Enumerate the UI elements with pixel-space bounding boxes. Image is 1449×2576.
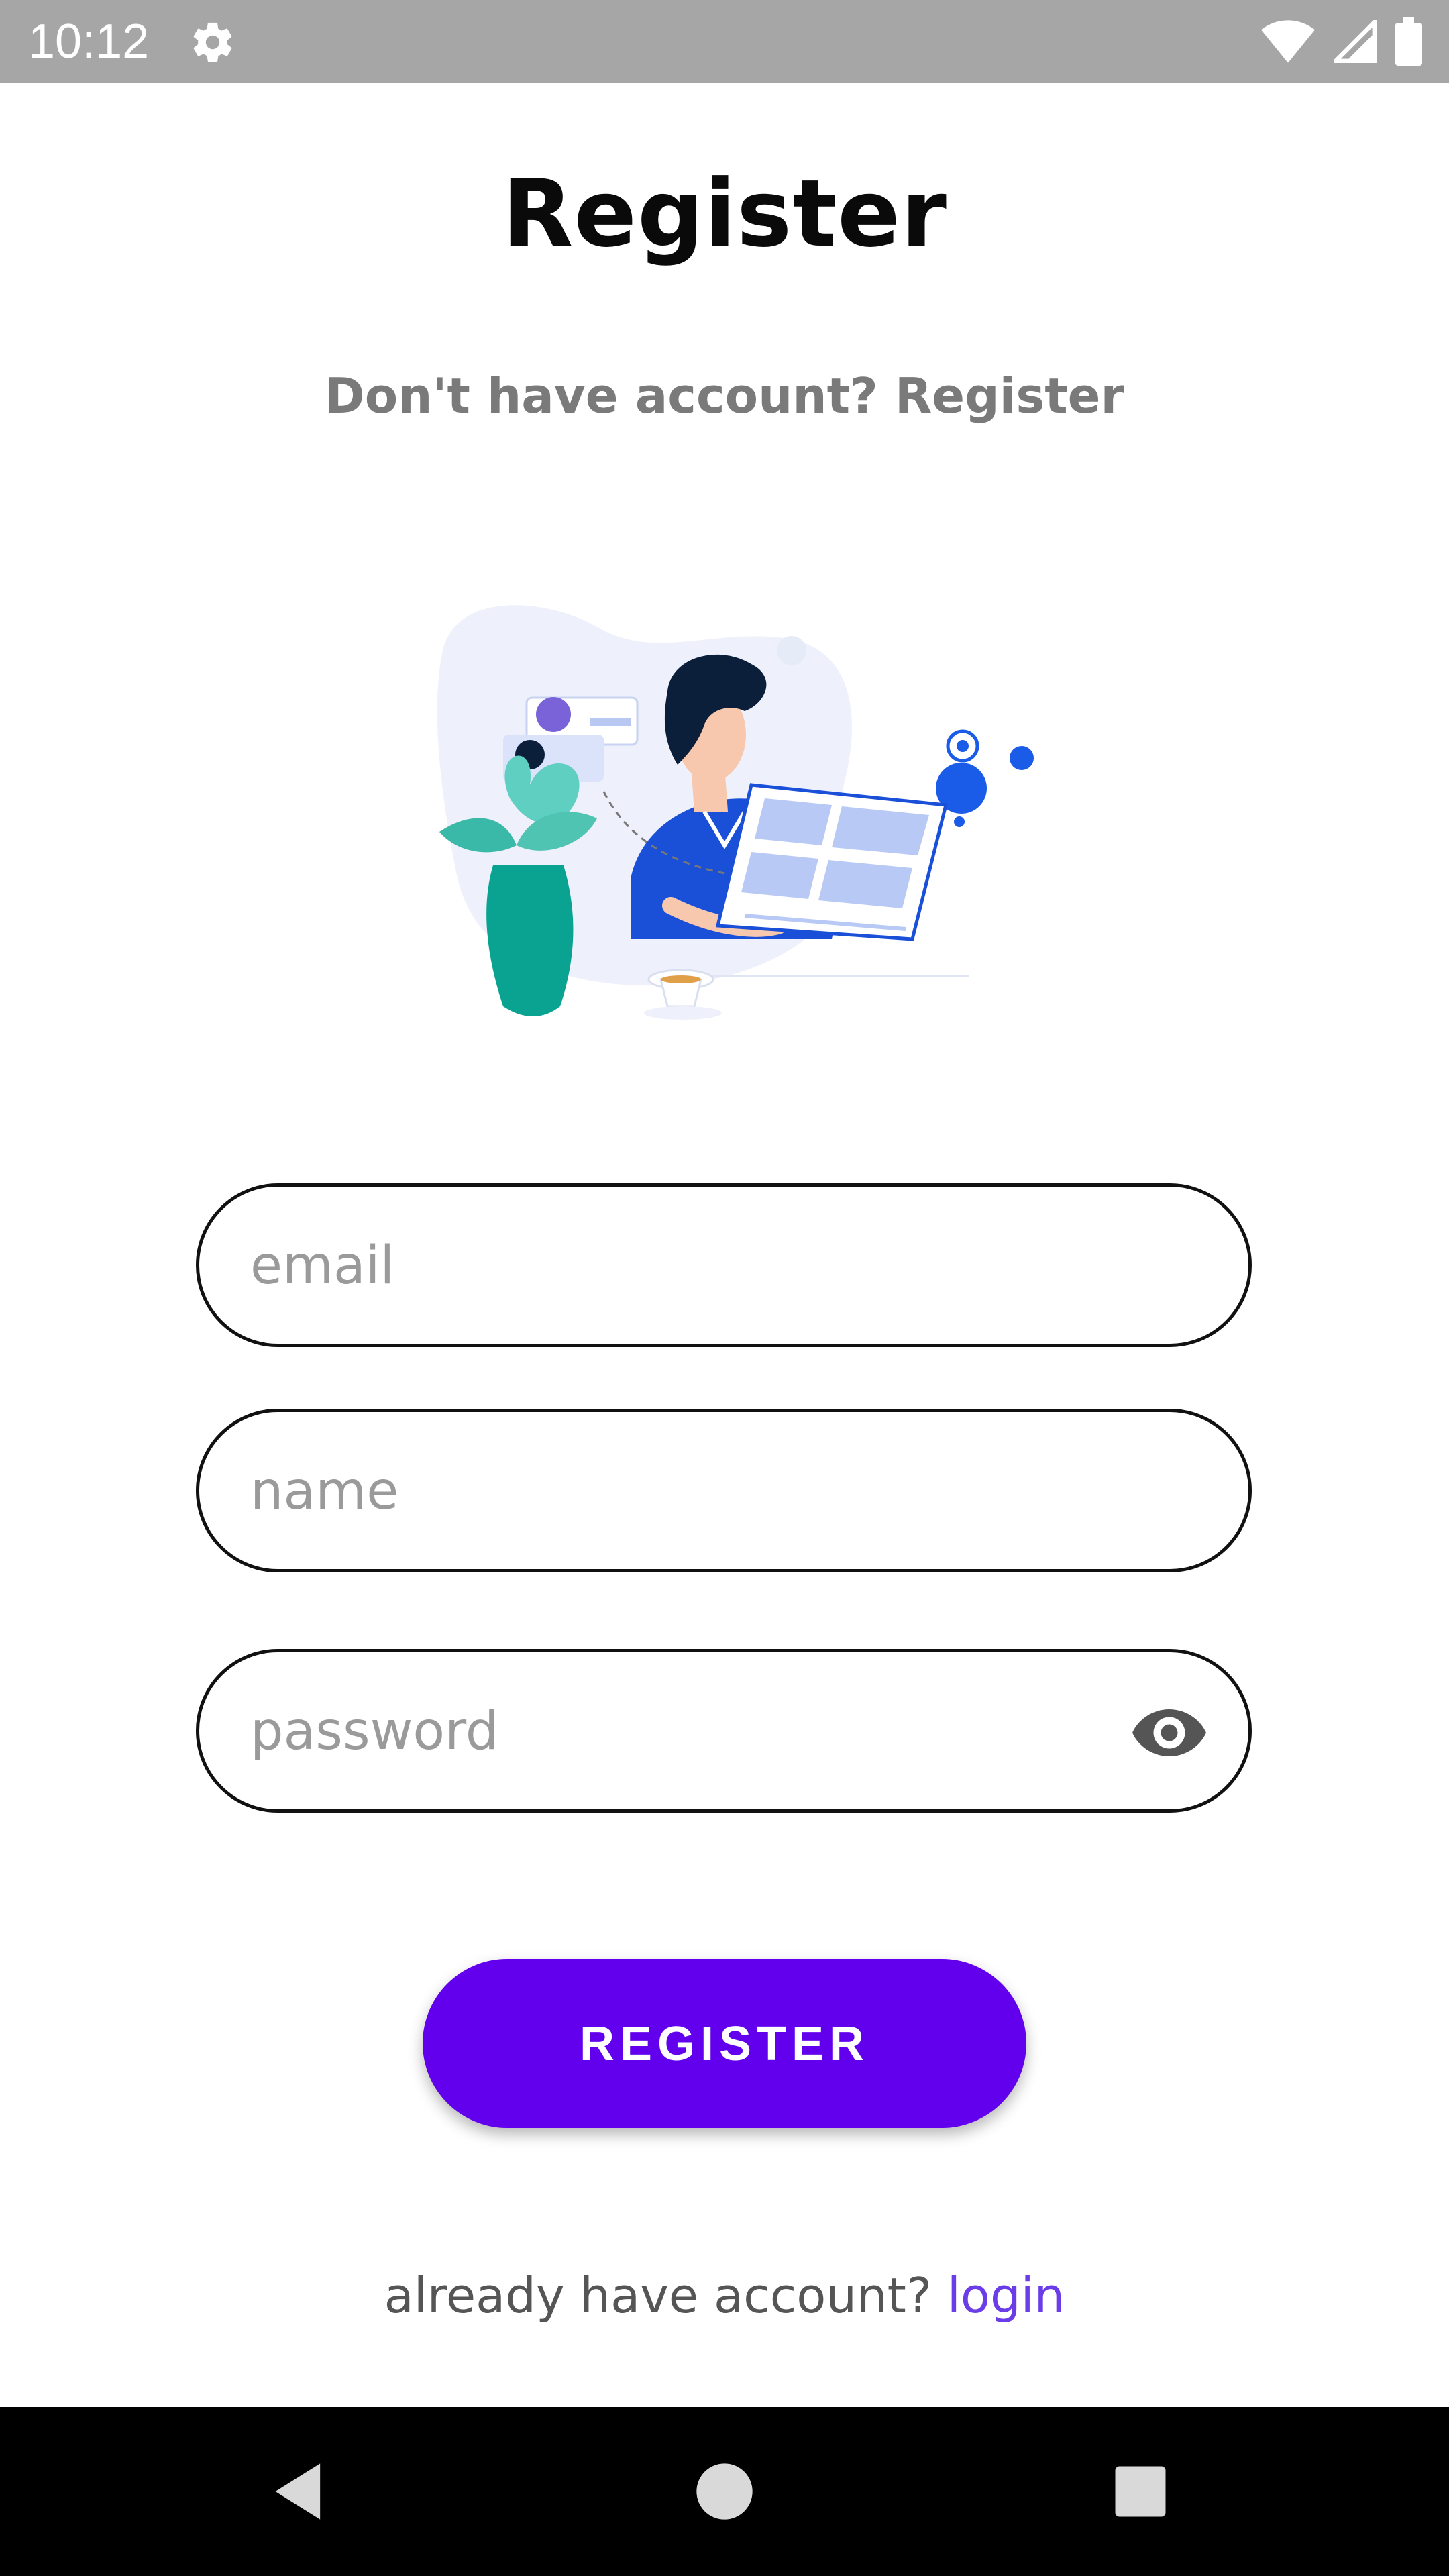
eye-icon[interactable] — [1129, 1699, 1210, 1766]
name-input[interactable] — [249, 1412, 1124, 1570]
wifi-icon — [1261, 20, 1315, 63]
register-prompt[interactable]: Don't have account? Register — [0, 368, 1449, 424]
system-nav-bar — [0, 2407, 1449, 2576]
signal-icon — [1334, 20, 1377, 63]
page-title: Register — [502, 160, 947, 268]
password-field[interactable] — [196, 1649, 1252, 1813]
name-field[interactable] — [196, 1409, 1252, 1572]
home-icon[interactable] — [691, 2458, 758, 2525]
status-time: 10:12 — [28, 15, 150, 68]
gear-icon — [193, 22, 232, 62]
register-illustration — [437, 605, 1034, 1020]
recents-icon[interactable] — [1107, 2458, 1174, 2525]
status-icons — [1261, 17, 1422, 66]
password-input[interactable] — [249, 1652, 1124, 1811]
email-field[interactable] — [196, 1183, 1252, 1347]
email-input[interactable] — [249, 1187, 1124, 1345]
register-button[interactable]: REGISTER — [423, 1959, 1026, 2128]
login-prompt-text: already have account? — [384, 2267, 947, 2324]
login-link[interactable]: login — [947, 2267, 1065, 2324]
login-prompt: already have account? login — [0, 2267, 1449, 2324]
back-icon[interactable] — [267, 2458, 334, 2525]
status-bar: 10:12 — [0, 0, 1449, 83]
battery-icon — [1395, 17, 1422, 66]
